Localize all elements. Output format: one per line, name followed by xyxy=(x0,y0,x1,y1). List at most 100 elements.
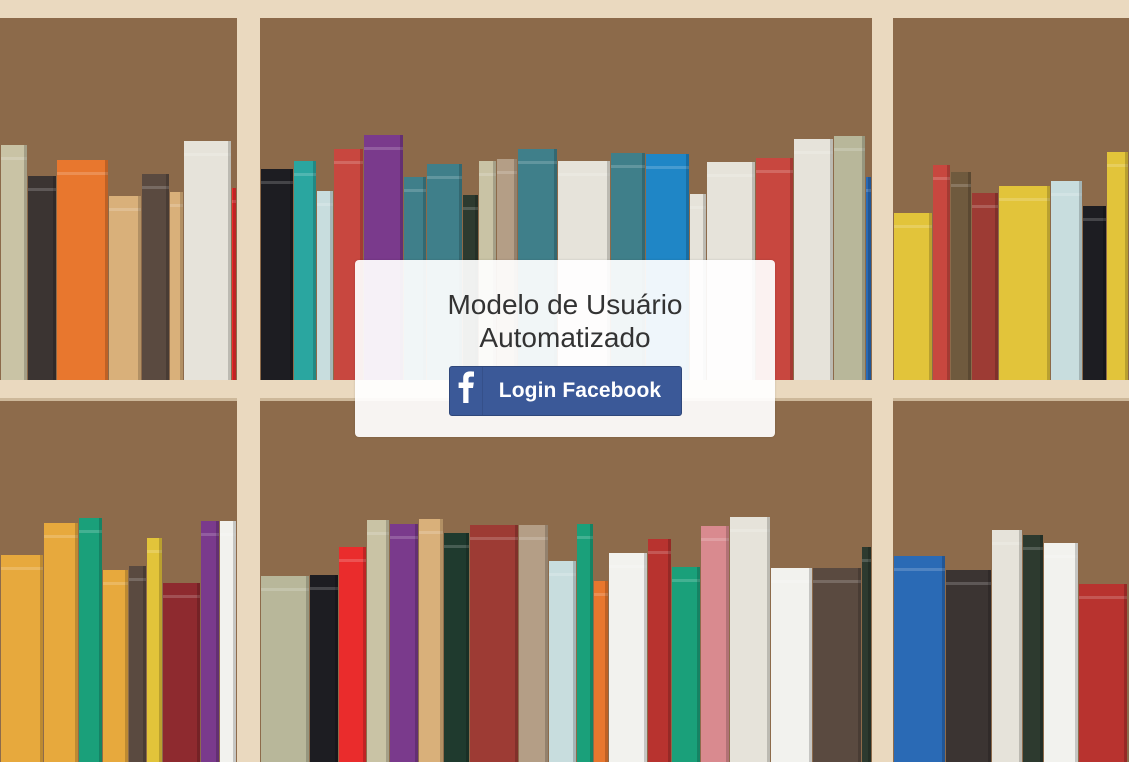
book-band xyxy=(730,529,770,532)
book-band xyxy=(163,595,200,598)
book-band xyxy=(261,181,293,184)
book-band xyxy=(611,165,645,168)
facebook-login-button[interactable]: Login Facebook xyxy=(449,366,682,416)
book-band xyxy=(518,161,557,164)
book-band xyxy=(701,538,729,541)
book-band xyxy=(672,579,700,582)
book-spine xyxy=(419,519,443,762)
facebook-icon xyxy=(450,367,483,415)
book-spine xyxy=(1,145,27,380)
book-shadow xyxy=(1103,206,1106,380)
book-band xyxy=(558,173,610,176)
book-band xyxy=(1044,555,1078,558)
book-shadow xyxy=(40,555,43,762)
book-shadow xyxy=(143,566,146,762)
book-spine xyxy=(701,526,729,762)
book-band xyxy=(894,225,932,228)
book-spine xyxy=(730,517,770,762)
book-shadow xyxy=(515,525,518,762)
book-shadow xyxy=(942,556,945,762)
book-spine xyxy=(1107,152,1128,380)
book-shadow xyxy=(809,568,812,762)
book-shadow xyxy=(363,547,366,762)
book-spine xyxy=(109,196,141,380)
book-band xyxy=(1,157,27,160)
book-band xyxy=(999,198,1050,201)
book-band xyxy=(444,545,469,548)
book-spine xyxy=(894,556,945,762)
login-card: Modelo de Usuário Automatizado Login Fac… xyxy=(355,260,775,437)
title-line-1: Modelo de Usuário xyxy=(447,289,683,320)
book-shadow xyxy=(313,161,316,380)
book-shadow xyxy=(440,519,443,762)
book-shadow xyxy=(180,192,183,380)
book-band xyxy=(1107,164,1128,167)
book-spine xyxy=(294,161,316,380)
book-band xyxy=(771,580,812,583)
book-shadow xyxy=(668,539,671,762)
book-band xyxy=(1051,193,1082,196)
book-shadow xyxy=(105,160,108,380)
book-spine xyxy=(339,547,366,762)
book-shadow xyxy=(868,547,871,762)
book-shadow xyxy=(159,538,162,762)
book-spine xyxy=(1079,584,1127,762)
book-shadow xyxy=(868,177,871,380)
book-spine xyxy=(367,520,389,762)
book-spine xyxy=(57,160,108,380)
book-spine xyxy=(1044,543,1078,762)
book-spine xyxy=(28,176,56,380)
book-shadow xyxy=(166,174,169,380)
book-band xyxy=(648,551,671,554)
book-band xyxy=(142,186,169,189)
book-spine xyxy=(992,530,1022,762)
book-spine xyxy=(549,561,576,762)
book-spine xyxy=(1,555,43,762)
book-shadow xyxy=(75,523,78,762)
book-spine xyxy=(261,169,293,380)
facebook-login-label: Login Facebook xyxy=(498,379,662,402)
book-band xyxy=(756,170,793,173)
book-spine xyxy=(444,533,469,762)
book-shadow xyxy=(995,193,998,380)
book-shadow xyxy=(233,521,236,762)
book-shadow xyxy=(947,165,950,380)
book-shadow xyxy=(605,581,608,762)
book-band xyxy=(44,535,78,538)
book-spine xyxy=(390,524,418,762)
book-band xyxy=(519,537,548,540)
book-band xyxy=(427,176,462,179)
book-shadow xyxy=(466,533,469,762)
book-shadow xyxy=(988,570,991,762)
book-shadow xyxy=(228,141,231,380)
book-shadow xyxy=(929,213,932,380)
book-spine xyxy=(79,518,102,762)
book-shadow xyxy=(830,139,833,380)
book-band xyxy=(813,580,861,583)
book-band xyxy=(79,530,102,533)
book-spine xyxy=(672,567,700,762)
book-shadow xyxy=(233,188,236,380)
book-shadow xyxy=(573,561,576,762)
book-band xyxy=(972,205,998,208)
book-spine xyxy=(470,525,518,762)
book-spine xyxy=(103,570,128,762)
book-spine xyxy=(771,568,812,762)
book-band xyxy=(339,559,366,562)
book-spine xyxy=(648,539,671,762)
book-shadow xyxy=(24,145,27,380)
book-spine xyxy=(142,174,169,380)
book-shadow xyxy=(1040,535,1043,762)
book-shadow xyxy=(290,169,293,380)
book-band xyxy=(1083,218,1106,221)
book-band xyxy=(419,531,443,534)
book-band xyxy=(707,174,755,177)
page-title: Modelo de Usuário Automatizado xyxy=(375,288,755,354)
book-shadow xyxy=(862,136,865,380)
book-shadow xyxy=(590,524,593,762)
book-band xyxy=(894,568,945,571)
book-shadow xyxy=(1124,584,1127,762)
book-shadow xyxy=(767,517,770,762)
book-band xyxy=(1,567,43,570)
book-band xyxy=(367,532,389,535)
